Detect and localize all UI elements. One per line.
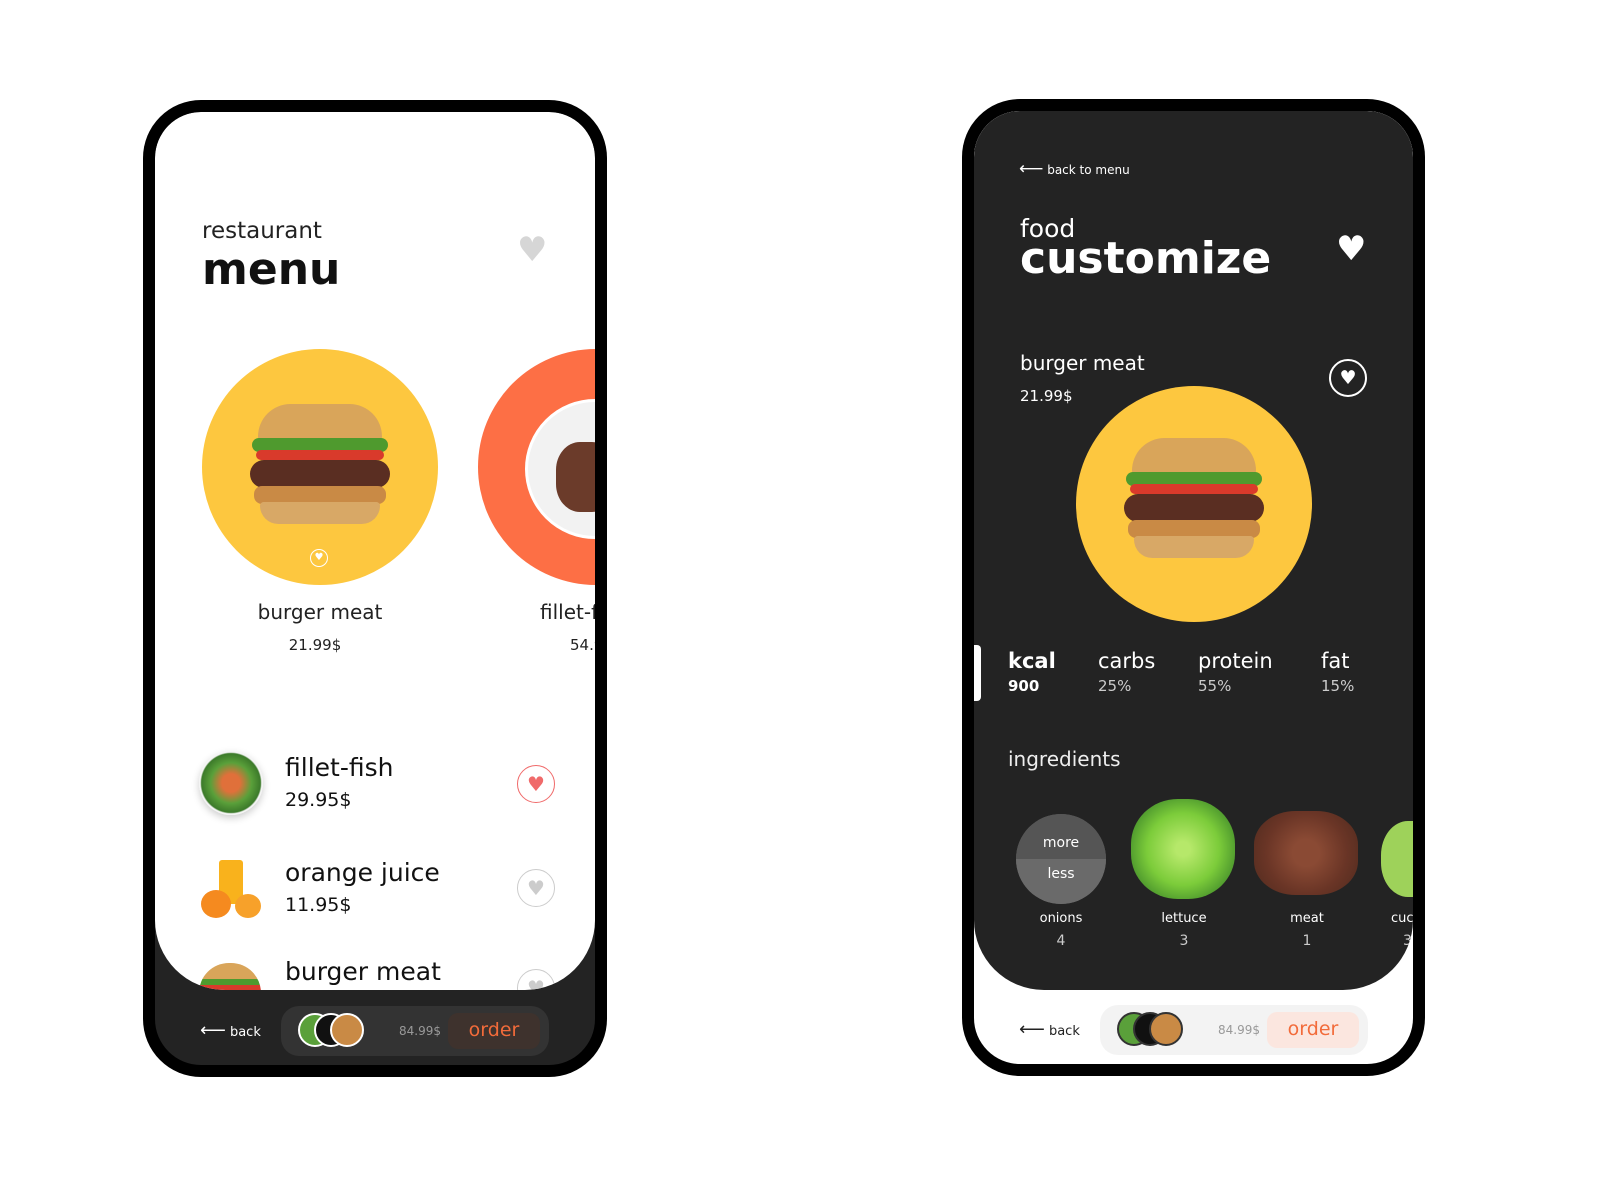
item-price: 29.95$ <box>285 789 352 811</box>
back-to-menu-link[interactable]: ⟵ back to menu <box>1019 159 1130 179</box>
burger-image <box>199 963 261 990</box>
back-button[interactable]: ⟵ back <box>200 1020 261 1041</box>
cart-total: 84.99$ <box>399 1024 441 1038</box>
nutrition-label: fat <box>1321 649 1350 673</box>
nutrition-value: 25% <box>1098 677 1132 695</box>
ingredient-onions[interactable]: more less onions 4 <box>1014 811 1106 951</box>
list-item[interactable]: fillet-fish 29.95$ ♥ <box>197 747 577 817</box>
item-name: orange juice <box>285 858 440 887</box>
menu-phone: restaurant menu ♥ ♥ burger meat 21.99$ f… <box>143 100 607 1077</box>
cart-plates <box>298 1013 368 1049</box>
heart-icon[interactable]: ♥ <box>517 230 547 270</box>
carousel-price: 21.99$ <box>288 636 342 654</box>
back-label: back <box>229 1025 261 1040</box>
page-title: customize <box>1020 233 1272 284</box>
nutrition-kcal: kcal 900 <box>1008 649 1056 695</box>
less-button[interactable]: less <box>1016 859 1106 904</box>
burger-image <box>1124 438 1264 563</box>
favorite-heart-icon[interactable]: ♥ <box>517 869 555 907</box>
nutrition-label: protein <box>1198 649 1273 673</box>
back-to-menu-label: back to menu <box>1047 163 1130 177</box>
ingredient-count: 3 <box>1179 933 1189 949</box>
favorite-heart-icon[interactable]: ♥ <box>1329 359 1367 397</box>
heart-icon[interactable]: ♥ <box>1336 229 1366 269</box>
arrow-left-icon: ⟵ <box>200 1020 226 1041</box>
arrow-left-icon: ⟵ <box>1019 159 1044 179</box>
carousel-card-burger[interactable]: ♥ <box>202 349 438 585</box>
carousel-name: burger meat <box>257 600 383 624</box>
quantity-stepper[interactable]: more less <box>1016 814 1106 904</box>
plate-image <box>525 399 595 539</box>
orange-juice-image <box>201 860 261 920</box>
carousel-price: 54.9 <box>570 636 595 654</box>
page-subtitle: restaurant <box>202 218 322 244</box>
list-item[interactable]: burger meat ♥ <box>197 957 577 990</box>
ingredient-name: lettuce <box>1161 911 1207 926</box>
burger-image <box>250 404 390 529</box>
arrow-left-icon: ⟵ <box>1019 1019 1045 1040</box>
nutrition-value: 55% <box>1198 677 1232 695</box>
ingredient-count: 3 <box>1403 933 1412 949</box>
more-button[interactable]: more <box>1016 814 1106 859</box>
favorite-heart-icon[interactable]: ♥ <box>517 765 555 803</box>
cart-summary[interactable]: 84.99$ order <box>281 1006 549 1056</box>
ingredients-title: ingredients <box>1008 747 1121 771</box>
page-title: menu <box>202 244 341 295</box>
list-item[interactable]: orange juice 11.95$ ♥ <box>197 852 577 922</box>
order-button[interactable]: order <box>1267 1012 1359 1048</box>
ingredient-cucumber[interactable]: cuc 3 <box>1379 811 1413 951</box>
nutrition-label: kcal <box>1008 649 1056 673</box>
item-name: burger meat <box>1020 351 1145 375</box>
ingredient-name: meat <box>1290 911 1324 926</box>
salad-image <box>199 751 263 815</box>
ingredient-count: 1 <box>1302 933 1312 949</box>
lettuce-image <box>1131 799 1235 899</box>
burger-card <box>1076 386 1312 622</box>
item-name: fillet-fish <box>285 753 394 782</box>
carousel-name: fillet-f <box>540 600 595 624</box>
ingredient-lettuce[interactable]: lettuce 3 <box>1129 799 1239 951</box>
item-price: 21.99$ <box>1020 387 1073 405</box>
cart-total: 84.99$ <box>1218 1023 1260 1037</box>
nutrition-value: 900 <box>1008 677 1040 695</box>
scroll-indicator[interactable] <box>974 645 981 701</box>
carousel-card-fillet[interactable] <box>478 349 595 585</box>
nutrition-label: carbs <box>1098 649 1156 673</box>
item-price: 11.95$ <box>285 894 352 916</box>
menu-content: restaurant menu ♥ ♥ burger meat 21.99$ f… <box>155 112 595 990</box>
ingredient-count: 4 <box>1056 933 1066 949</box>
nutrition-value: 15% <box>1321 677 1355 695</box>
order-button[interactable]: order <box>448 1013 540 1049</box>
back-button[interactable]: ⟵ back <box>1019 1019 1080 1040</box>
item-name: burger meat <box>285 957 441 986</box>
customize-content: ⟵ back to menu food customize ♥ burger m… <box>974 111 1413 990</box>
customize-phone: ⟵ back to menu food customize ♥ burger m… <box>962 99 1425 1076</box>
favorite-heart-icon[interactable]: ♥ <box>517 969 555 990</box>
heart-icon[interactable]: ♥ <box>310 549 328 567</box>
cart-summary[interactable]: 84.99$ order <box>1100 1005 1368 1055</box>
ingredient-name: cuc <box>1391 911 1413 926</box>
ingredient-name: onions <box>1039 911 1083 926</box>
back-label: back <box>1048 1024 1080 1039</box>
cucumber-image <box>1381 821 1413 897</box>
nutrition-fat: fat 15% <box>1321 649 1354 695</box>
cart-plates <box>1117 1012 1187 1048</box>
meat-image <box>1254 811 1358 895</box>
nutrition-carbs: carbs 25% <box>1098 649 1155 695</box>
ingredient-meat[interactable]: meat 1 <box>1252 811 1362 951</box>
nutrition-protein: protein 55% <box>1198 649 1273 695</box>
